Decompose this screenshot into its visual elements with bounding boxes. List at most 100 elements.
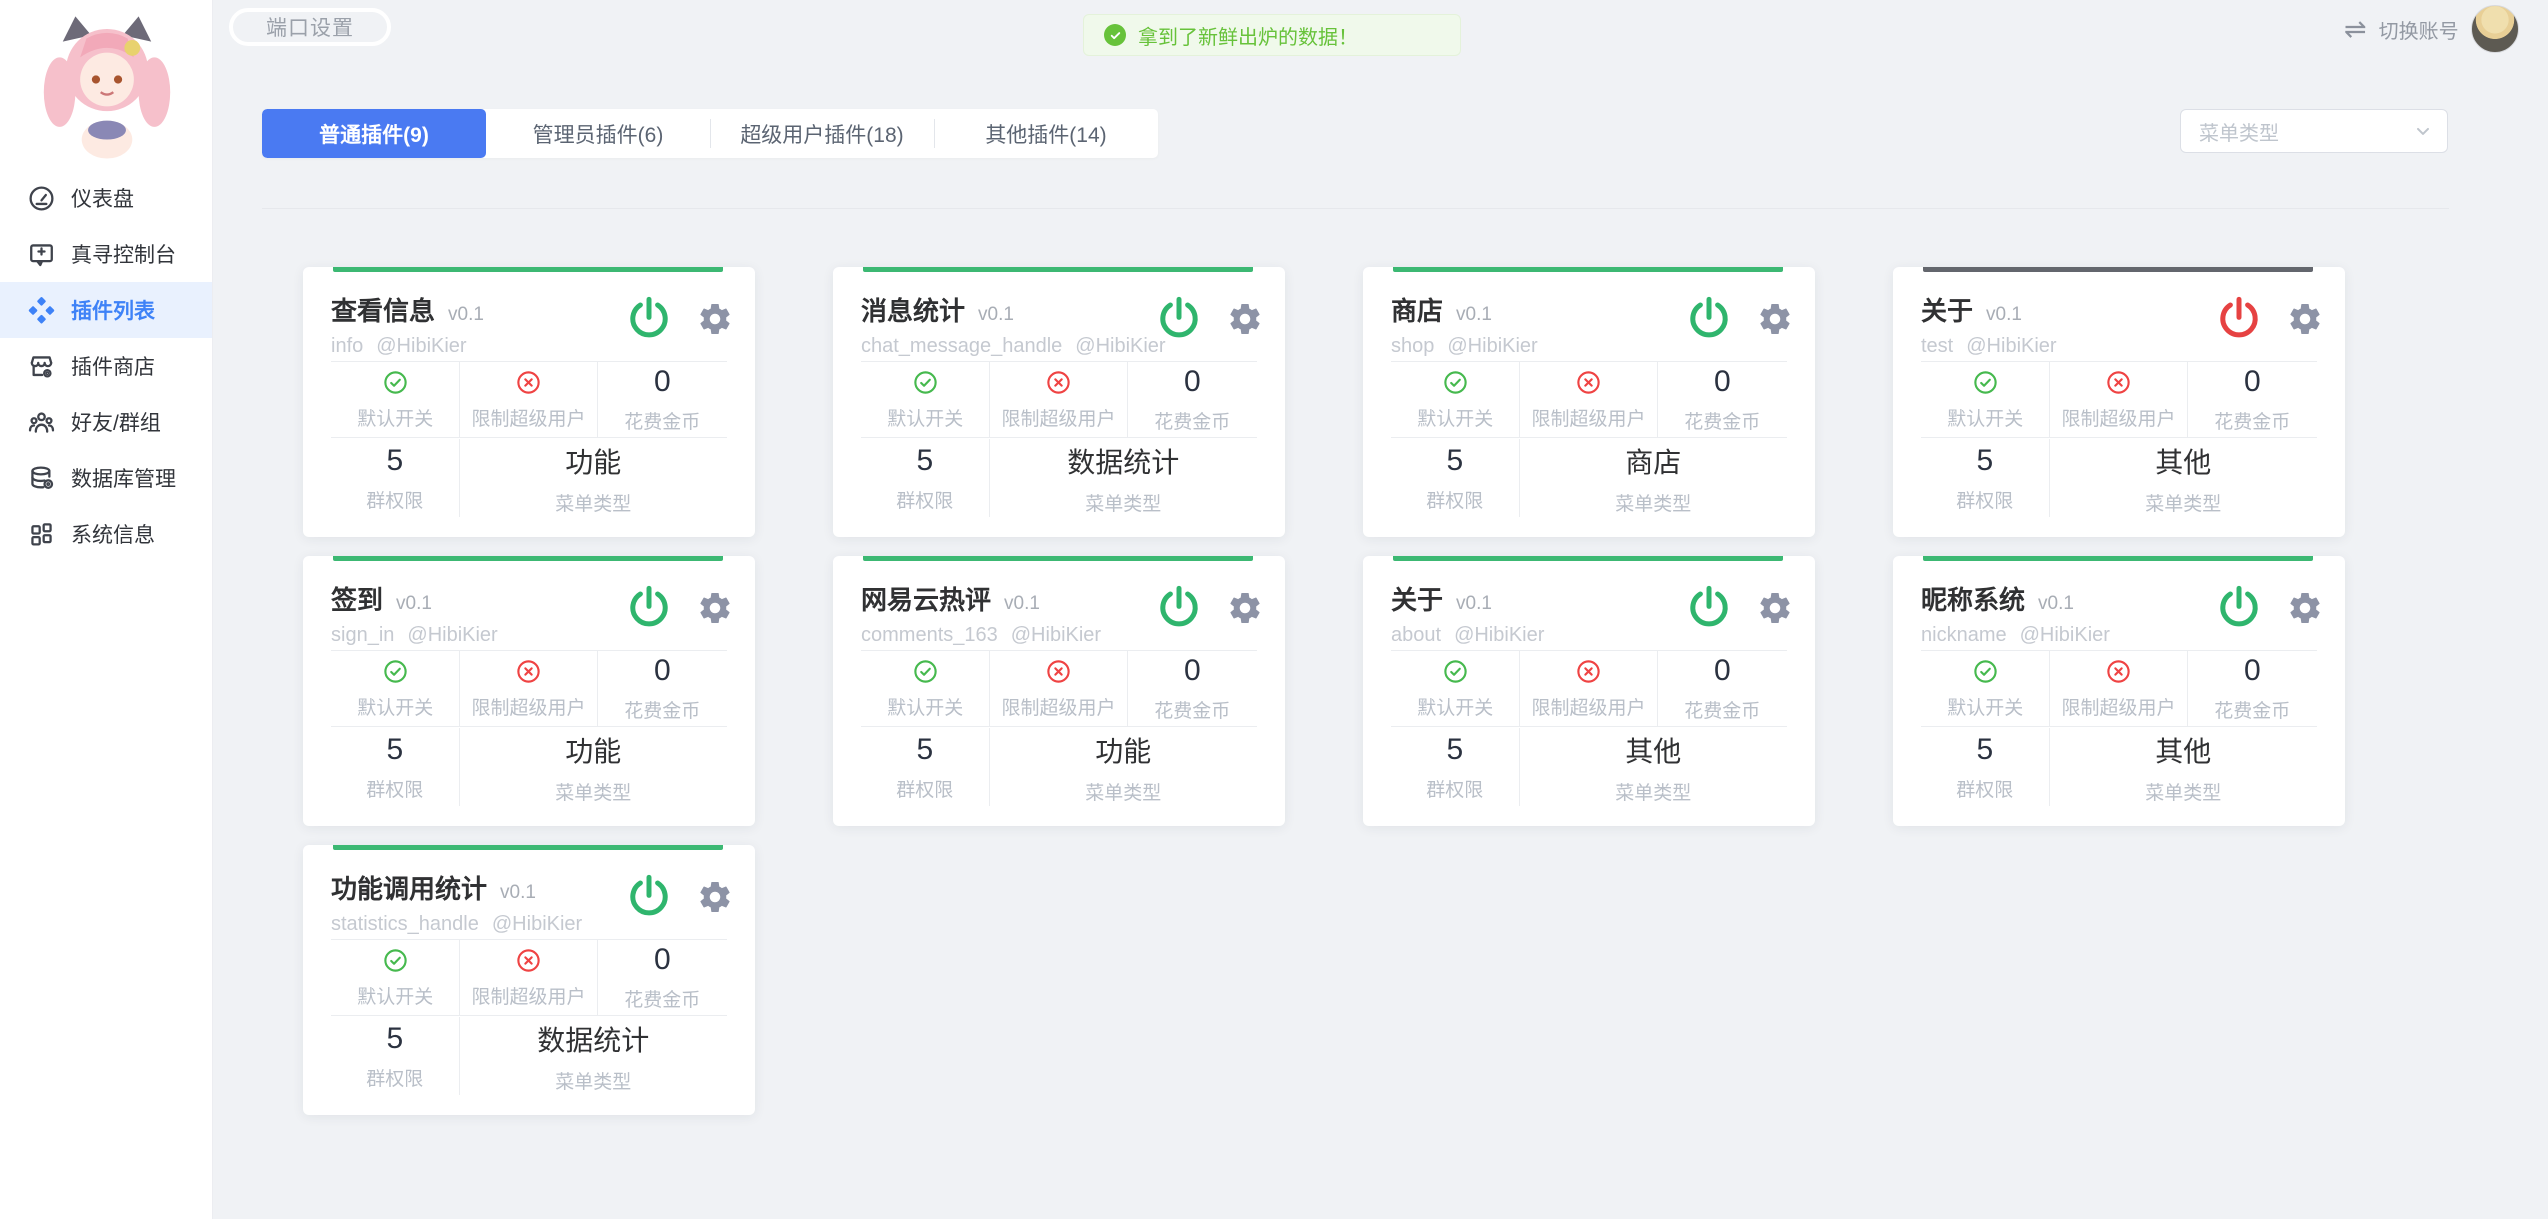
- x-circle-icon: [1045, 658, 1072, 685]
- plugin-author: @HibiKier: [1966, 335, 2056, 358]
- store-icon: [27, 352, 56, 381]
- stat-label: 限制超级用户: [471, 982, 585, 1009]
- settings-gear-button[interactable]: [697, 879, 733, 915]
- sidebar-item-console[interactable]: 真寻控制台: [0, 226, 212, 282]
- card-header: 昵称系统 v0.1 nickname @HibiKier: [1921, 580, 2317, 644]
- tab-2[interactable]: 管理员插件(6): [486, 109, 710, 158]
- sidebar-item-store[interactable]: 插件商店: [0, 338, 212, 394]
- stat-label: 默认开关: [1947, 693, 2023, 720]
- plugin-version: v0.1: [1986, 304, 2022, 326]
- plugin-author: @HibiKier: [2020, 624, 2110, 647]
- settings-gear-button[interactable]: [1227, 301, 1263, 337]
- sidebar-item-grid[interactable]: 系统信息: [0, 506, 212, 562]
- switch-account[interactable]: ⇌ 切换账号: [2344, 0, 2519, 58]
- stat-default-switch: 默认开关: [1391, 362, 1520, 437]
- tab-4[interactable]: 其他插件(14): [934, 109, 1158, 158]
- settings-gear-button[interactable]: [2287, 301, 2323, 337]
- menu-type-select[interactable]: 菜单类型: [2180, 109, 2448, 153]
- settings-gear-button[interactable]: [1227, 590, 1263, 626]
- menu-type-value: 功能: [1095, 730, 1151, 770]
- plugin-author: @HibiKier: [376, 335, 466, 358]
- menu-type-value: 商店: [1625, 441, 1681, 481]
- stat-menu-type: 功能 菜单类型: [460, 728, 727, 806]
- sidebar-item-label: 数据库管理: [71, 463, 176, 493]
- card-stats-row2: 5 群权限 功能 菜单类型: [331, 439, 727, 517]
- switch-account-label: 切换账号: [2379, 15, 2459, 44]
- plugin-author: @HibiKier: [1075, 335, 1165, 358]
- stat-label: 群权限: [366, 486, 423, 513]
- menu-type-value: 功能: [565, 441, 621, 481]
- stat-default-switch: 默认开关: [331, 940, 460, 1015]
- card-stats-row2: 5 群权限 数据统计 菜单类型: [331, 1017, 727, 1095]
- stat-label: 菜单类型: [555, 778, 631, 805]
- stat-group-level: 5 群权限: [331, 728, 460, 806]
- cost-value: 0: [1184, 654, 1201, 688]
- cost-value: 0: [1714, 365, 1731, 399]
- stat-default-switch: 默认开关: [861, 362, 990, 437]
- settings-gear-button[interactable]: [697, 590, 733, 626]
- sidebar-item-friends[interactable]: 好友/群组: [0, 394, 212, 450]
- power-toggle-button[interactable]: [1155, 582, 1203, 630]
- power-toggle-button[interactable]: [2215, 582, 2263, 630]
- stat-label: 花费金币: [1154, 696, 1230, 723]
- settings-gear-button[interactable]: [2287, 590, 2323, 626]
- tab-1[interactable]: 普通插件(9): [262, 109, 486, 158]
- plugin-card: 查看信息 v0.1 info @HibiKier 默认开关: [303, 267, 755, 537]
- plugin-name: 网易云热评: [861, 580, 991, 617]
- stat-label: 花费金币: [2214, 696, 2290, 723]
- sidebar-item-gauge[interactable]: 仪表盘: [0, 170, 212, 226]
- sidebar-item-database[interactable]: 数据库管理: [0, 450, 212, 506]
- stat-label: 群权限: [896, 486, 953, 513]
- plugin-card: 昵称系统 v0.1 nickname @HibiKier 默认开关: [1893, 556, 2345, 826]
- card-stats-row: 默认开关 限制超级用户 0 花费金币: [1921, 650, 2317, 727]
- power-toggle-button[interactable]: [625, 582, 673, 630]
- power-toggle-button[interactable]: [625, 871, 673, 919]
- stat-label: 默认开关: [1947, 404, 2023, 431]
- stat-label: 默认开关: [887, 693, 963, 720]
- stat-label: 默认开关: [357, 693, 433, 720]
- stat-default-switch: 默认开关: [1391, 651, 1520, 726]
- stat-label: 群权限: [1956, 775, 2013, 802]
- power-toggle-button[interactable]: [1685, 293, 1733, 341]
- gauge-icon: [27, 184, 56, 213]
- stat-group-level: 5 群权限: [861, 439, 990, 517]
- power-toggle-button[interactable]: [2215, 293, 2263, 341]
- x-circle-icon: [1575, 658, 1602, 685]
- card-stats-row2: 5 群权限 其他 菜单类型: [1921, 728, 2317, 806]
- port-settings-button[interactable]: 端口设置: [229, 8, 391, 46]
- user-avatar[interactable]: [2471, 5, 2519, 53]
- stat-menu-type: 数据统计 菜单类型: [990, 439, 1257, 517]
- settings-gear-button[interactable]: [1757, 301, 1793, 337]
- stat-label: 菜单类型: [2145, 778, 2221, 805]
- stat-cost-gold: 0 花费金币: [598, 940, 727, 1015]
- stat-label: 默认开关: [887, 404, 963, 431]
- settings-gear-button[interactable]: [1757, 590, 1793, 626]
- sidebar-item-plugins[interactable]: 插件列表: [0, 282, 212, 338]
- check-circle-icon: [1442, 658, 1469, 685]
- power-toggle-button[interactable]: [1685, 582, 1733, 630]
- tab-3[interactable]: 超级用户插件(18): [710, 109, 934, 158]
- friends-icon: [27, 408, 56, 437]
- settings-gear-button[interactable]: [697, 301, 733, 337]
- stat-label: 群权限: [366, 775, 423, 802]
- plugin-module: test: [1921, 335, 1953, 358]
- cost-value: 0: [2244, 654, 2261, 688]
- stat-label: 群权限: [896, 775, 953, 802]
- sidebar-item-label: 仪表盘: [71, 183, 134, 213]
- cost-value: 0: [1184, 365, 1201, 399]
- cost-value: 0: [654, 365, 671, 399]
- stat-cost-gold: 0 花费金币: [1128, 651, 1257, 726]
- power-toggle-button[interactable]: [625, 293, 673, 341]
- stat-group-level: 5 群权限: [1391, 728, 1520, 806]
- stat-default-switch: 默认开关: [331, 651, 460, 726]
- stat-label: 默认开关: [357, 982, 433, 1009]
- x-circle-icon: [2105, 369, 2132, 396]
- power-toggle-button[interactable]: [1155, 293, 1203, 341]
- check-circle-icon: [382, 947, 409, 974]
- stat-menu-type: 其他 菜单类型: [1520, 728, 1787, 806]
- card-accent-bar: [863, 556, 1253, 561]
- plugin-module: about: [1391, 624, 1441, 647]
- card-stats-row2: 5 群权限 数据统计 菜单类型: [861, 439, 1257, 517]
- stat-label: 群权限: [1426, 775, 1483, 802]
- content-divider: [262, 208, 2449, 209]
